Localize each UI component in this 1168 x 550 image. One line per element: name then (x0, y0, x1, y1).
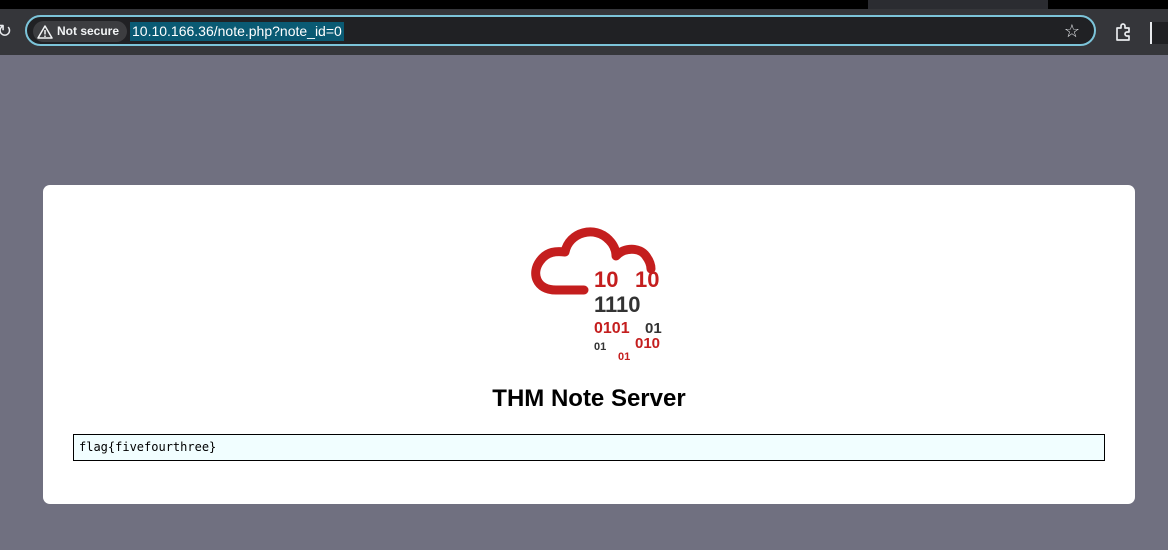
binary-line-7: 01 (618, 351, 630, 363)
binary-line-4: 0101 (594, 320, 630, 337)
page-title: THM Note Server (492, 385, 686, 412)
page-content: 10 10 1110 0101 01 01 01 010 THM Note Se… (0, 55, 1168, 550)
binary-line-8: 010 (635, 335, 660, 352)
warning-icon (37, 24, 53, 39)
binary-line-6: 01 (594, 341, 606, 353)
star-icon[interactable]: ☆ (1062, 21, 1082, 41)
tab-edge-right[interactable] (1048, 0, 1168, 9)
reload-icon[interactable]: ↻ (0, 21, 12, 41)
security-status-chip[interactable]: Not secure (33, 21, 128, 42)
puzzle-icon[interactable] (1113, 22, 1133, 42)
note-content: flag{fivefourthree} (73, 434, 1105, 461)
tab-strip (0, 0, 1168, 9)
binary-line-2: 10 (635, 267, 659, 292)
profile-button-edge[interactable] (1150, 22, 1168, 44)
url-text[interactable]: 10.10.166.36/note.php?note_id=0 (130, 22, 344, 41)
security-label: Not secure (57, 24, 120, 38)
note-card: 10 10 1110 0101 01 01 01 010 THM Note Se… (43, 185, 1135, 504)
cloud-binary-logo: 10 10 1110 0101 01 01 01 010 (531, 227, 662, 363)
active-tab-edge[interactable] (0, 0, 868, 9)
binary-line-1: 10 (594, 267, 618, 292)
binary-line-3: 1110 (594, 292, 641, 317)
address-bar[interactable]: Not secure 10.10.166.36/note.php?note_id… (25, 15, 1096, 46)
